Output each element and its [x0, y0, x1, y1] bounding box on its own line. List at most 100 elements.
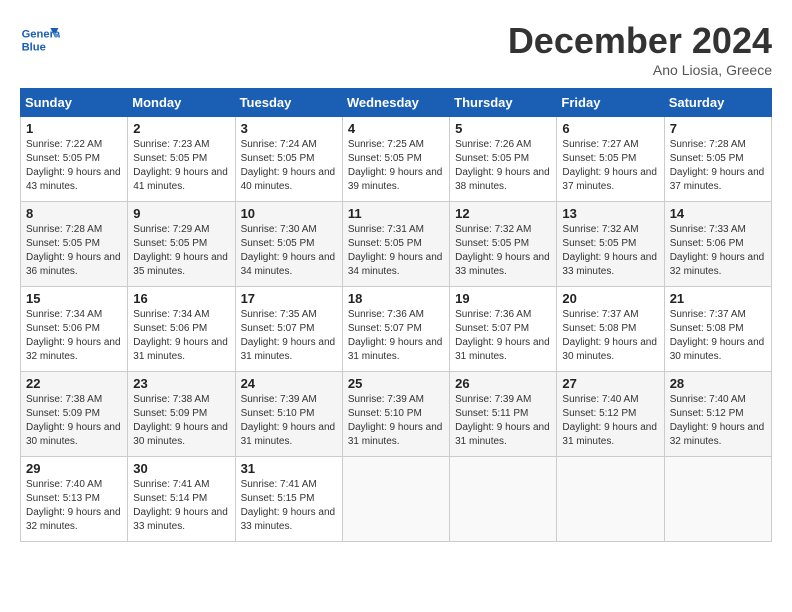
svg-text:Blue: Blue [22, 41, 46, 53]
calendar-cell: 30 Sunrise: 7:41 AM Sunset: 5:14 PM Dayl… [128, 457, 235, 542]
day-info: Sunrise: 7:39 AM Sunset: 5:10 PM Dayligh… [348, 394, 443, 447]
calendar-cell: 31 Sunrise: 7:41 AM Sunset: 5:15 PM Dayl… [235, 457, 342, 542]
day-info: Sunrise: 7:22 AM Sunset: 5:05 PM Dayligh… [26, 139, 121, 192]
day-number: 18 [348, 291, 444, 306]
calendar-cell: 16 Sunrise: 7:34 AM Sunset: 5:06 PM Dayl… [128, 287, 235, 372]
day-info: Sunrise: 7:36 AM Sunset: 5:07 PM Dayligh… [348, 309, 443, 362]
day-info: Sunrise: 7:37 AM Sunset: 5:08 PM Dayligh… [670, 309, 765, 362]
day-number: 30 [133, 461, 229, 476]
calendar-table: SundayMondayTuesdayWednesdayThursdayFrid… [20, 88, 772, 542]
day-number: 13 [562, 206, 658, 221]
calendar-week-row: 8 Sunrise: 7:28 AM Sunset: 5:05 PM Dayli… [21, 202, 772, 287]
calendar-cell: 4 Sunrise: 7:25 AM Sunset: 5:05 PM Dayli… [342, 117, 449, 202]
day-number: 14 [670, 206, 766, 221]
day-info: Sunrise: 7:28 AM Sunset: 5:05 PM Dayligh… [670, 139, 765, 192]
calendar-cell: 22 Sunrise: 7:38 AM Sunset: 5:09 PM Dayl… [21, 372, 128, 457]
day-number: 12 [455, 206, 551, 221]
day-info: Sunrise: 7:35 AM Sunset: 5:07 PM Dayligh… [241, 309, 336, 362]
calendar-cell: 24 Sunrise: 7:39 AM Sunset: 5:10 PM Dayl… [235, 372, 342, 457]
day-info: Sunrise: 7:29 AM Sunset: 5:05 PM Dayligh… [133, 224, 228, 277]
calendar-cell: 10 Sunrise: 7:30 AM Sunset: 5:05 PM Dayl… [235, 202, 342, 287]
calendar-cell [664, 457, 771, 542]
day-number: 27 [562, 376, 658, 391]
logo-icon: General Blue [20, 20, 60, 60]
day-info: Sunrise: 7:39 AM Sunset: 5:11 PM Dayligh… [455, 394, 550, 447]
weekday-header-row: SundayMondayTuesdayWednesdayThursdayFrid… [21, 89, 772, 117]
weekday-header-saturday: Saturday [664, 89, 771, 117]
day-number: 24 [241, 376, 337, 391]
calendar-week-row: 1 Sunrise: 7:22 AM Sunset: 5:05 PM Dayli… [21, 117, 772, 202]
day-info: Sunrise: 7:25 AM Sunset: 5:05 PM Dayligh… [348, 139, 443, 192]
calendar-cell [342, 457, 449, 542]
calendar-cell: 15 Sunrise: 7:34 AM Sunset: 5:06 PM Dayl… [21, 287, 128, 372]
day-number: 19 [455, 291, 551, 306]
day-info: Sunrise: 7:26 AM Sunset: 5:05 PM Dayligh… [455, 139, 550, 192]
calendar-cell: 13 Sunrise: 7:32 AM Sunset: 5:05 PM Dayl… [557, 202, 664, 287]
day-number: 26 [455, 376, 551, 391]
calendar-cell [557, 457, 664, 542]
day-info: Sunrise: 7:30 AM Sunset: 5:05 PM Dayligh… [241, 224, 336, 277]
location: Ano Liosia, Greece [508, 62, 772, 78]
day-info: Sunrise: 7:41 AM Sunset: 5:15 PM Dayligh… [241, 479, 336, 532]
day-info: Sunrise: 7:32 AM Sunset: 5:05 PM Dayligh… [562, 224, 657, 277]
day-number: 20 [562, 291, 658, 306]
day-number: 28 [670, 376, 766, 391]
day-number: 29 [26, 461, 122, 476]
weekday-header-tuesday: Tuesday [235, 89, 342, 117]
day-info: Sunrise: 7:31 AM Sunset: 5:05 PM Dayligh… [348, 224, 443, 277]
day-info: Sunrise: 7:34 AM Sunset: 5:06 PM Dayligh… [26, 309, 121, 362]
day-info: Sunrise: 7:40 AM Sunset: 5:12 PM Dayligh… [562, 394, 657, 447]
day-number: 2 [133, 121, 229, 136]
calendar-cell: 25 Sunrise: 7:39 AM Sunset: 5:10 PM Dayl… [342, 372, 449, 457]
calendar-cell: 1 Sunrise: 7:22 AM Sunset: 5:05 PM Dayli… [21, 117, 128, 202]
day-number: 17 [241, 291, 337, 306]
day-number: 7 [670, 121, 766, 136]
calendar-cell: 2 Sunrise: 7:23 AM Sunset: 5:05 PM Dayli… [128, 117, 235, 202]
day-number: 15 [26, 291, 122, 306]
weekday-header-wednesday: Wednesday [342, 89, 449, 117]
day-number: 3 [241, 121, 337, 136]
day-info: Sunrise: 7:38 AM Sunset: 5:09 PM Dayligh… [26, 394, 121, 447]
day-number: 22 [26, 376, 122, 391]
weekday-header-friday: Friday [557, 89, 664, 117]
weekday-header-monday: Monday [128, 89, 235, 117]
day-number: 8 [26, 206, 122, 221]
day-info: Sunrise: 7:39 AM Sunset: 5:10 PM Dayligh… [241, 394, 336, 447]
logo: General Blue [20, 20, 64, 60]
calendar-cell: 29 Sunrise: 7:40 AM Sunset: 5:13 PM Dayl… [21, 457, 128, 542]
calendar-cell: 8 Sunrise: 7:28 AM Sunset: 5:05 PM Dayli… [21, 202, 128, 287]
day-number: 16 [133, 291, 229, 306]
calendar-cell: 26 Sunrise: 7:39 AM Sunset: 5:11 PM Dayl… [450, 372, 557, 457]
page-header: General Blue December 2024 Ano Liosia, G… [20, 20, 772, 78]
calendar-cell: 9 Sunrise: 7:29 AM Sunset: 5:05 PM Dayli… [128, 202, 235, 287]
day-info: Sunrise: 7:28 AM Sunset: 5:05 PM Dayligh… [26, 224, 121, 277]
weekday-header-thursday: Thursday [450, 89, 557, 117]
calendar-cell [450, 457, 557, 542]
day-info: Sunrise: 7:41 AM Sunset: 5:14 PM Dayligh… [133, 479, 228, 532]
calendar-cell: 3 Sunrise: 7:24 AM Sunset: 5:05 PM Dayli… [235, 117, 342, 202]
day-info: Sunrise: 7:37 AM Sunset: 5:08 PM Dayligh… [562, 309, 657, 362]
calendar-cell: 12 Sunrise: 7:32 AM Sunset: 5:05 PM Dayl… [450, 202, 557, 287]
month-title: December 2024 [508, 20, 772, 62]
day-info: Sunrise: 7:24 AM Sunset: 5:05 PM Dayligh… [241, 139, 336, 192]
day-info: Sunrise: 7:40 AM Sunset: 5:13 PM Dayligh… [26, 479, 121, 532]
day-info: Sunrise: 7:23 AM Sunset: 5:05 PM Dayligh… [133, 139, 228, 192]
calendar-week-row: 15 Sunrise: 7:34 AM Sunset: 5:06 PM Dayl… [21, 287, 772, 372]
calendar-cell: 7 Sunrise: 7:28 AM Sunset: 5:05 PM Dayli… [664, 117, 771, 202]
calendar-cell: 21 Sunrise: 7:37 AM Sunset: 5:08 PM Dayl… [664, 287, 771, 372]
day-number: 9 [133, 206, 229, 221]
day-number: 4 [348, 121, 444, 136]
calendar-cell: 17 Sunrise: 7:35 AM Sunset: 5:07 PM Dayl… [235, 287, 342, 372]
day-number: 10 [241, 206, 337, 221]
day-number: 21 [670, 291, 766, 306]
day-info: Sunrise: 7:33 AM Sunset: 5:06 PM Dayligh… [670, 224, 765, 277]
calendar-cell: 20 Sunrise: 7:37 AM Sunset: 5:08 PM Dayl… [557, 287, 664, 372]
day-info: Sunrise: 7:34 AM Sunset: 5:06 PM Dayligh… [133, 309, 228, 362]
day-number: 6 [562, 121, 658, 136]
title-area: December 2024 Ano Liosia, Greece [508, 20, 772, 78]
calendar-week-row: 29 Sunrise: 7:40 AM Sunset: 5:13 PM Dayl… [21, 457, 772, 542]
calendar-cell: 11 Sunrise: 7:31 AM Sunset: 5:05 PM Dayl… [342, 202, 449, 287]
day-number: 11 [348, 206, 444, 221]
calendar-cell: 18 Sunrise: 7:36 AM Sunset: 5:07 PM Dayl… [342, 287, 449, 372]
day-info: Sunrise: 7:27 AM Sunset: 5:05 PM Dayligh… [562, 139, 657, 192]
